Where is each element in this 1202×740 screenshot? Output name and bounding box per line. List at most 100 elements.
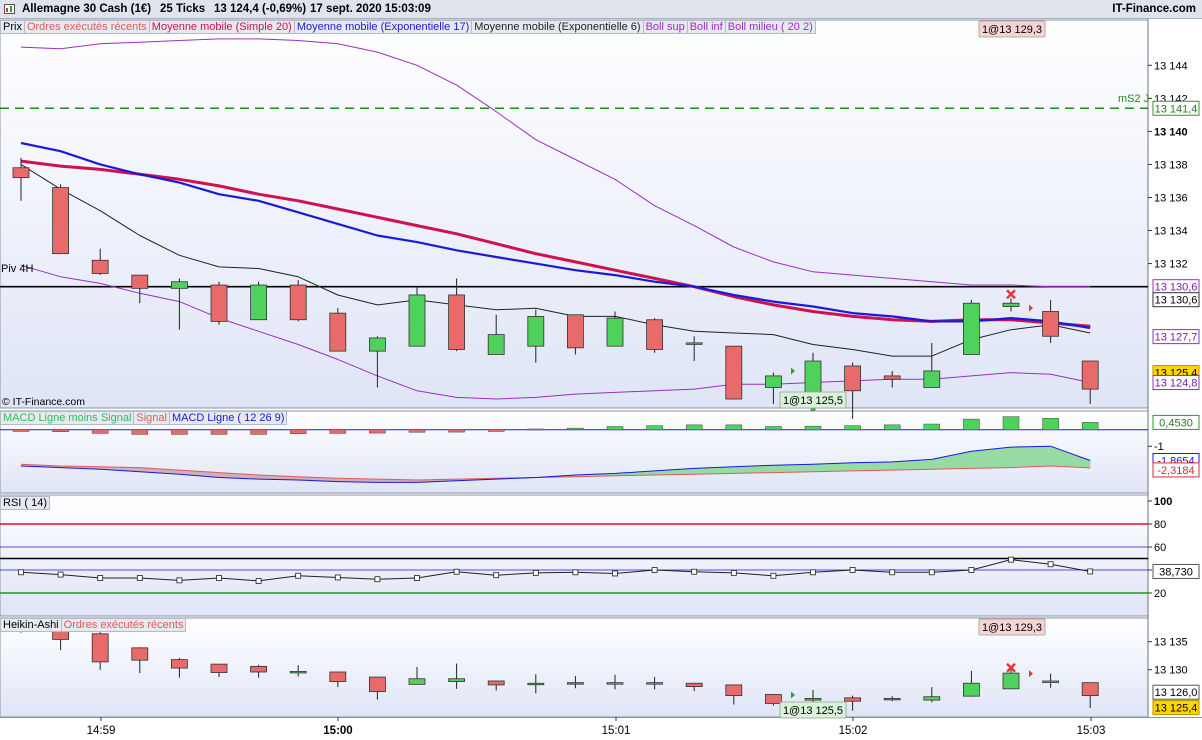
price-candle-down <box>844 365 861 392</box>
macd-histogram-bar <box>844 425 861 431</box>
rsi-point <box>176 577 183 584</box>
pivot-label: Piv 4H <box>1 263 34 275</box>
price-axis-tag: 13 141,4 <box>1155 103 1198 115</box>
price-candle-up <box>487 334 505 355</box>
copyright-text: © IT-Finance.com <box>2 396 86 408</box>
rsi-axis-tick-label: 100 <box>1154 496 1172 508</box>
price-candle-up <box>963 302 980 355</box>
price-candle-down <box>883 375 901 380</box>
last-price: 13 124,4 (-0,69%) <box>214 3 307 15</box>
chart-window-icon <box>4 4 15 14</box>
price-legend-item[interactable]: Boll sup <box>642 20 688 34</box>
price-candle-up <box>1002 302 1020 307</box>
macd-axis-tick-label: -1 <box>1154 441 1164 453</box>
price-legend-item[interactable]: Moyenne mobile (Exponentielle 6) <box>471 20 644 34</box>
ha-candle-up <box>646 682 663 685</box>
price-candle-up <box>923 370 941 388</box>
price-legend-item[interactable]: Ordres exécutés récents <box>23 20 150 34</box>
macd-histogram-bar <box>685 424 703 431</box>
price-legend-item[interactable]: Moyenne mobile (Exponentielle 17) <box>293 20 473 34</box>
brand-name: IT-Finance.com <box>1112 3 1196 15</box>
macd-axis-tag: -2,3184 <box>1157 465 1194 477</box>
price-candle-down <box>1081 360 1099 390</box>
macd-histogram-bar <box>646 425 663 431</box>
rsi-point <box>928 569 935 576</box>
price-candle-down <box>12 167 30 179</box>
ha-candle-up <box>923 696 941 701</box>
price-legend-item[interactable]: Prix <box>0 20 25 34</box>
rsi-point <box>651 567 658 573</box>
title-bar: Allemagne 30 Cash (1€) 25 Ticks 13 124,4… <box>0 0 1202 19</box>
macd-legend-item[interactable]: MACD Ligne moins Signal <box>0 411 135 425</box>
time-tick-label: 15:02 <box>839 725 868 737</box>
macd-histogram-bar <box>487 429 505 432</box>
rsi-point <box>295 572 302 579</box>
instrument-title: Allemagne 30 Cash (1€) <box>22 3 152 15</box>
rsi-point <box>493 572 500 579</box>
macd-histogram-bar <box>408 429 426 433</box>
rsi-legend-item[interactable]: RSI ( 14) <box>0 496 51 510</box>
macd-histogram-bar <box>963 418 980 431</box>
ha-candle-down <box>329 671 347 682</box>
rsi-point <box>730 569 737 576</box>
rsi-point <box>136 575 143 581</box>
ha-axis-tick-label: 13 135 <box>1154 637 1188 649</box>
rsi-point <box>18 569 24 576</box>
ha-legend-item[interactable]: Ordres exécutés récents <box>60 618 187 632</box>
price-candle-down <box>289 284 307 321</box>
rsi-point <box>612 570 618 577</box>
price-axis-tick-label: 13 140 <box>1154 126 1188 138</box>
price-legend-item[interactable]: Boll milieu ( 20 2) <box>724 20 816 34</box>
ha-candle-down <box>91 633 109 663</box>
price-candle-up <box>408 294 426 347</box>
ha-candle-down <box>210 663 228 673</box>
price-legend-item[interactable]: Boll inf <box>686 20 726 34</box>
macd-histogram-bar <box>606 426 624 431</box>
ha-candle-down <box>170 659 188 669</box>
price-candle-up <box>368 337 386 352</box>
ha-order-bottom-label: 1@13 125,5 <box>783 705 843 717</box>
price-candle-up <box>170 281 188 289</box>
ha-candle-down <box>883 697 901 701</box>
macd-histogram-bar <box>448 429 465 433</box>
ha-candle-up <box>289 671 307 674</box>
price-axis-tag: 13 127,7 <box>1155 332 1198 344</box>
price-candle-down <box>725 345 743 400</box>
rsi-axis-tick-label: 20 <box>1154 588 1166 600</box>
price-order-top-label: 1@13 129,3 <box>982 24 1042 36</box>
rsi-point <box>57 571 64 578</box>
ha-candle-down <box>725 684 743 696</box>
macd-legend-item[interactable]: MACD Ligne ( 12 26 9) <box>168 411 288 425</box>
rsi-point <box>1047 561 1054 568</box>
ha-candle-up <box>1042 680 1059 683</box>
price-legend-item[interactable]: Moyenne mobile (Simple 20) <box>148 20 295 34</box>
price-axis-tick-label: 13 134 <box>1154 226 1188 238</box>
ha-candle-up <box>606 682 624 685</box>
rsi-point <box>572 569 579 576</box>
ha-candle-down <box>487 680 505 686</box>
macd-histogram-bar <box>369 429 386 434</box>
macd-histogram-bar <box>1002 416 1020 431</box>
macd-histogram-bar <box>923 423 941 431</box>
date-time: 17 sept. 2020 15:03:09 <box>310 3 431 15</box>
price-candle-down <box>210 284 228 322</box>
rsi-point <box>97 575 104 581</box>
price-candle-down <box>646 319 663 350</box>
macd-histogram-bar <box>883 424 901 431</box>
rsi-point <box>414 575 420 581</box>
price-axis-tag: 13 124,8 <box>1155 378 1198 390</box>
ha-candle-down <box>250 665 268 673</box>
rsi-point <box>968 567 975 573</box>
ha-candle-down <box>844 697 861 702</box>
ha-candle-down <box>131 647 149 661</box>
macd-histogram-bar <box>765 426 782 431</box>
price-order-bottom-label: 1@13 125,5 <box>783 395 843 407</box>
rsi-axis-tag: 38,730 <box>1159 566 1193 578</box>
price-candle-down <box>52 187 69 255</box>
macd-legend-item[interactable]: Signal <box>133 411 170 425</box>
price-axis-tick-label: 13 136 <box>1154 192 1188 204</box>
price-candle-up <box>527 316 545 347</box>
rsi-point <box>532 569 539 576</box>
macd-histogram-bar <box>289 429 307 434</box>
ha-legend-item[interactable]: Heikin-Ashi <box>0 618 62 632</box>
